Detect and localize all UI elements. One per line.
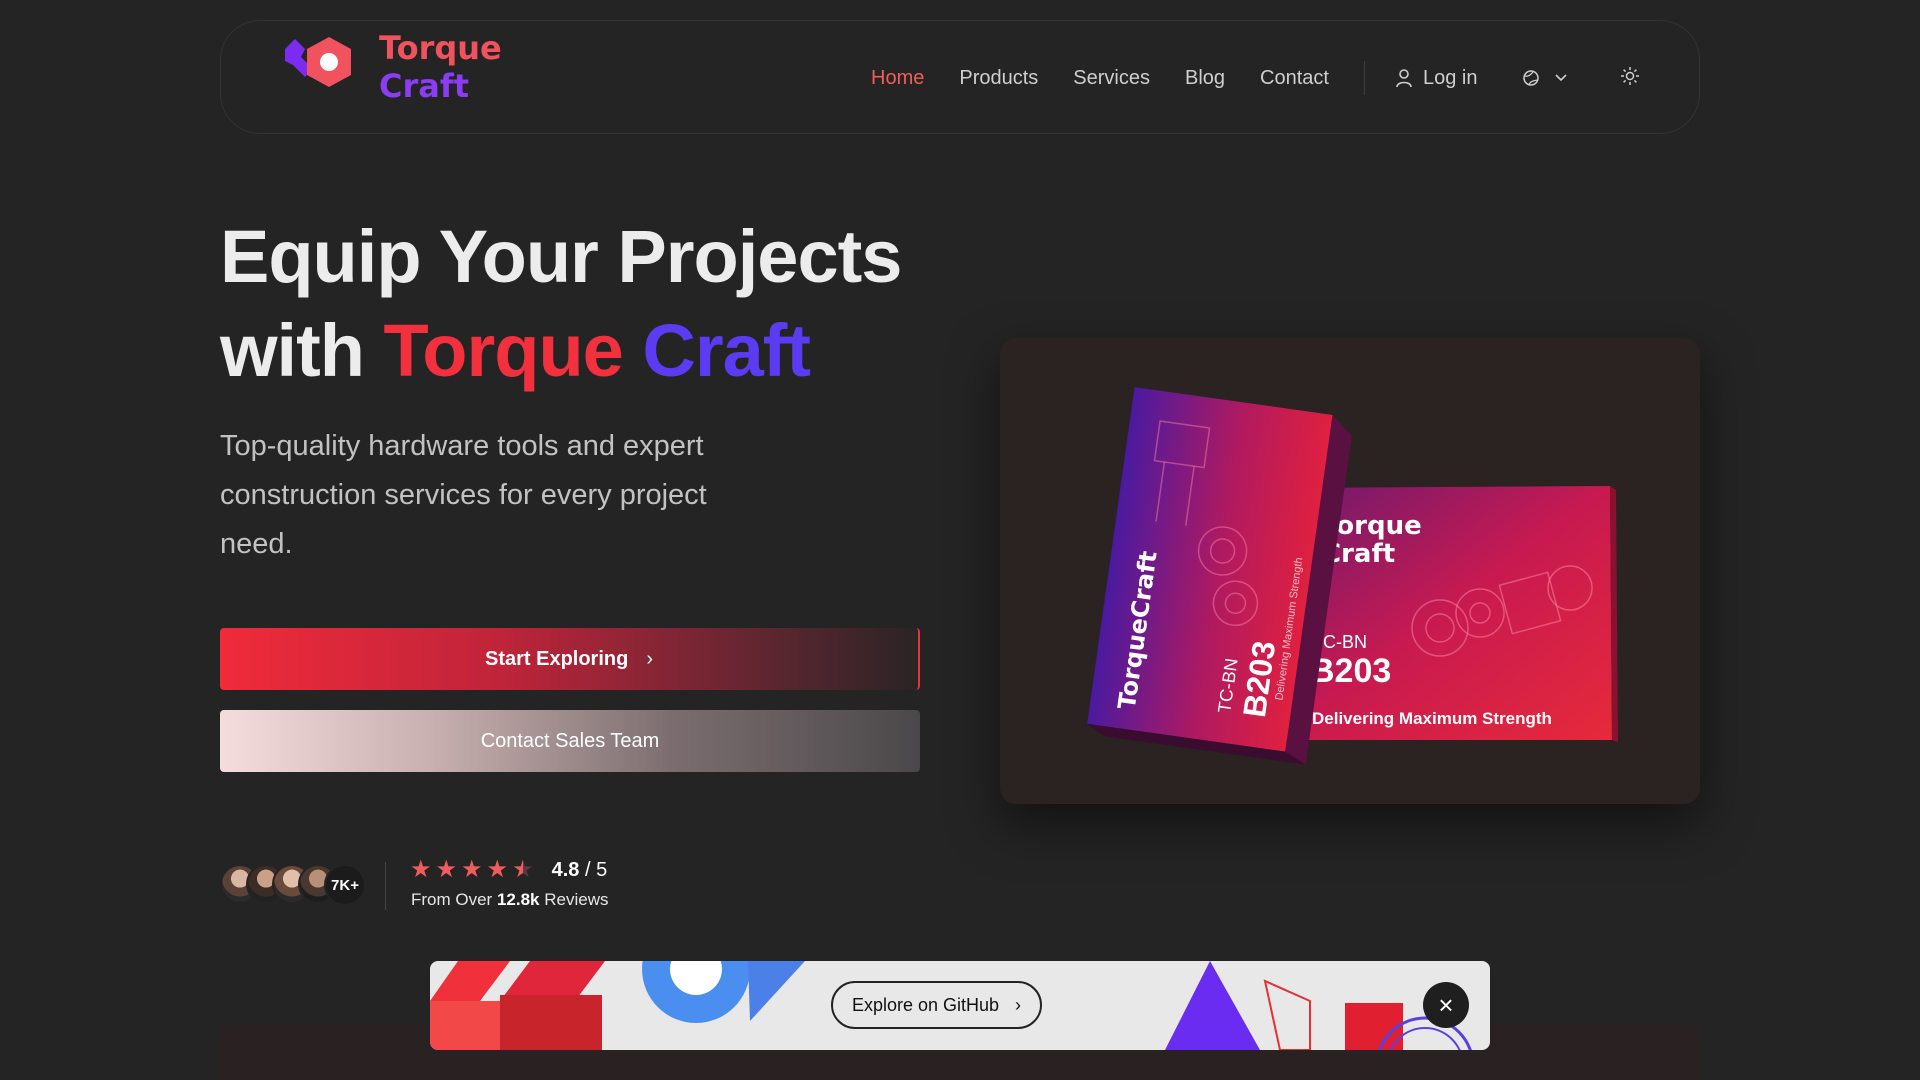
nav-divider <box>1363 61 1365 95</box>
banner-close-button[interactable]: × <box>1423 982 1469 1028</box>
customer-count-badge: 7K+ <box>324 864 366 906</box>
star-icon: ★ <box>486 856 509 883</box>
reviews-divider <box>385 862 386 910</box>
chevron-down-icon <box>1555 74 1568 82</box>
hero-title: Equip Your Projects with Torque Craft <box>220 210 902 398</box>
rating-score: 4.8 / 5 <box>552 859 608 882</box>
customer-avatars: 7K+ <box>220 864 366 906</box>
promo-banner: Explore on GitHub › × <box>430 961 1490 1050</box>
star-icon: ★ <box>435 856 458 883</box>
hero-title-brand-purple: Craft <box>642 309 811 392</box>
logo-text-line1: Torque <box>379 29 502 67</box>
rating-max: / 5 <box>584 858 608 881</box>
theme-toggle[interactable] <box>1620 66 1640 91</box>
explore-github-label: Explore on GitHub <box>851 994 1000 1015</box>
login-label: Log in <box>1422 66 1478 89</box>
user-icon <box>1396 69 1412 88</box>
hero-title-brand-red: Torque <box>383 309 624 392</box>
language-selector[interactable] <box>1522 69 1568 87</box>
rating-value: 4.8 <box>551 858 580 881</box>
nav-contact[interactable]: Contact <box>1260 67 1329 90</box>
start-exploring-label: Start Exploring <box>484 647 629 670</box>
contact-sales-label: Contact Sales Team <box>480 729 660 752</box>
nav-services[interactable]: Services <box>1073 67 1150 90</box>
reviews-suffix: Reviews <box>544 890 609 909</box>
close-icon: × <box>1438 989 1454 1020</box>
star-icon: ★ <box>461 856 483 883</box>
rating-stars: ★ ★ ★ ★ ★ 4.8 / 5 <box>410 858 607 882</box>
navbar: Torque Craft Home Products Services Blog… <box>220 20 1700 134</box>
logo[interactable]: Torque Craft <box>279 27 502 107</box>
hero-subtitle: Top-quality hardware tools and expert co… <box>220 430 707 560</box>
nav-products[interactable]: Products <box>959 67 1038 90</box>
explore-github-button[interactable]: Explore on GitHub › <box>831 981 1042 1029</box>
box-right-code-big: B203 <box>1310 652 1391 690</box>
logo-text-line2: Craft <box>379 67 470 105</box>
logo-text: Torque Craft <box>379 29 502 105</box>
hero-title-with: with <box>220 309 365 392</box>
star-icon: ★ <box>410 856 432 883</box>
half-star-icon: ★ <box>512 856 534 883</box>
product-image-card: Torque Craft TC-BN B203 Delivering Maxim… <box>1000 338 1700 804</box>
product-boxes-illustration: Torque Craft TC-BN B203 Delivering Maxim… <box>1087 387 1618 765</box>
start-exploring-button[interactable]: Start Exploring › <box>220 628 920 690</box>
reviews-count-text: From Over 12.8k Reviews <box>411 890 609 910</box>
nav-blog[interactable]: Blog <box>1185 67 1225 90</box>
page: Torque Craft Home Products Services Blog… <box>0 0 1920 1080</box>
logo-icon <box>285 37 351 87</box>
reviews-count: 12.8k <box>496 890 540 909</box>
reviews-prefix: From Over <box>411 890 493 909</box>
contact-sales-button[interactable]: Contact Sales Team <box>220 710 920 772</box>
chevron-right-icon: › <box>646 647 654 670</box>
sun-icon <box>1621 66 1640 85</box>
globe-icon <box>1523 70 1540 86</box>
main-nav: Home Products Services Blog Contact Log … <box>871 21 1640 135</box>
chevron-right-icon: › <box>1015 994 1022 1015</box>
login-link[interactable]: Log in <box>1395 66 1478 90</box>
hero-title-line1: Equip Your Projects <box>220 215 902 298</box>
nav-home[interactable]: Home <box>871 67 924 90</box>
box-right-tagline: Delivering Maximum Strength <box>1312 709 1552 728</box>
